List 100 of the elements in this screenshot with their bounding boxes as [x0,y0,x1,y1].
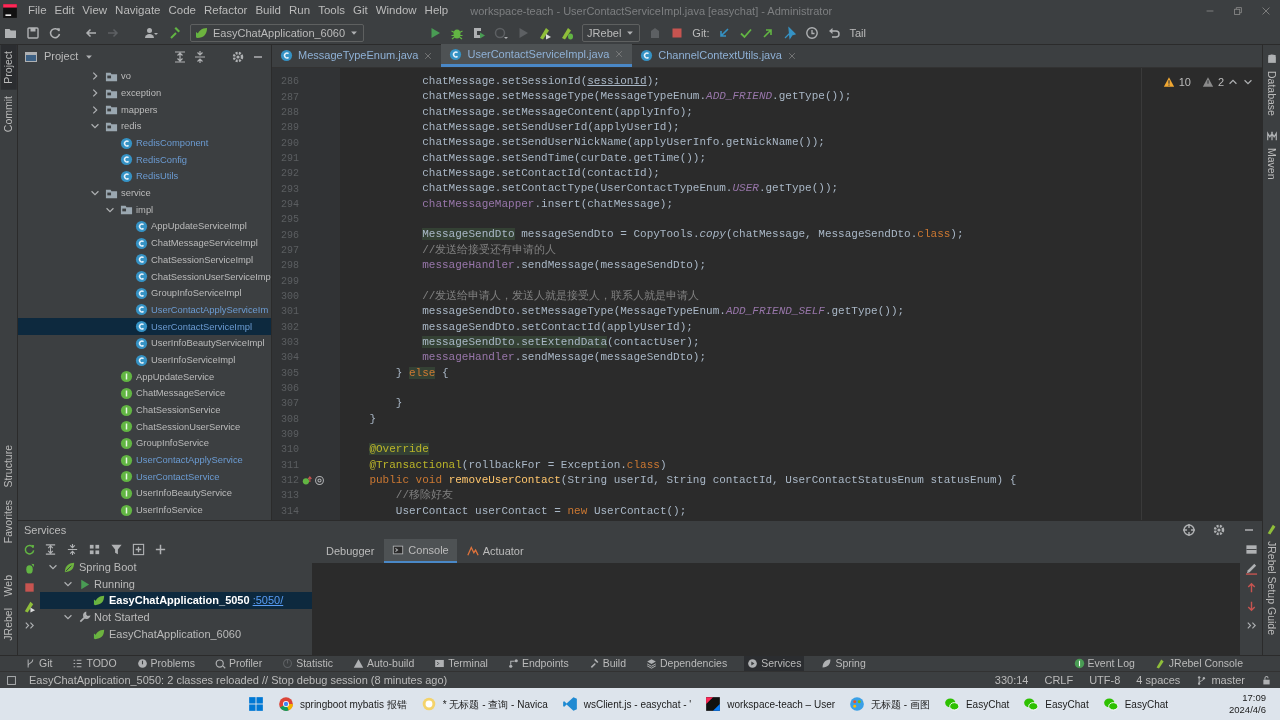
tool-window-button[interactable]: Dependencies [643,655,731,672]
tree-item[interactable]: GroupInfoService [18,435,271,452]
editor-tab[interactable]: ChannelContextUtils.java [632,44,805,67]
back-arrow-icon[interactable] [84,26,98,40]
tree-item[interactable]: impl [18,201,271,219]
tool-window-tab[interactable]: Database [1263,65,1280,122]
taskbar-item[interactable]: EasyChat [943,696,1010,712]
collapse-all-icon[interactable] [193,49,207,64]
tool-window-button[interactable]: JRebel Console [1151,655,1246,672]
tree-item[interactable]: redis [18,118,271,135]
close-icon[interactable] [423,50,434,61]
menu-item[interactable]: File [24,2,51,20]
tree-item[interactable]: ChatSessionServiceImpl [18,251,271,269]
tool-window-button[interactable]: Endpoints [504,655,572,672]
tool-window-tab[interactable]: Web [0,568,17,603]
stop-icon[interactable] [22,581,36,594]
profiler-icon[interactable] [494,26,509,40]
taskbar-item[interactable]: workspace-teach – User [705,696,836,712]
menu-item[interactable]: Navigate [111,2,165,20]
not-started-group[interactable]: Not Started [40,609,312,626]
editor-tab[interactable]: MessageTypeEnum.java [272,44,442,67]
tool-window-tab[interactable]: Project [0,45,17,90]
console-tab[interactable]: Actuator [458,539,532,563]
add-icon[interactable] [154,542,167,556]
line-separator[interactable]: CRLF [1044,671,1074,689]
panel-title[interactable]: Project [44,48,79,65]
editor-tab[interactable]: UserContactServiceImpl.java [441,44,633,67]
tree-item[interactable]: AppUpdateService [18,368,271,386]
panel-toggle-icon[interactable] [6,674,17,686]
tool-window-button[interactable]: Problems [133,655,198,672]
save-icon[interactable] [26,26,40,40]
console-tab[interactable]: Console [384,539,457,563]
tree-item[interactable]: ChatSessionService [18,401,271,419]
menu-item[interactable]: Refactor [199,2,252,20]
spring-boot-group[interactable]: Spring Boot [40,559,312,576]
tail-button[interactable]: Tail [849,24,866,42]
tool-window-button[interactable]: Spring [818,655,869,672]
file-encoding[interactable]: UTF-8 [1089,671,1121,689]
tree-item[interactable]: UserContactServiceImpl [18,318,271,335]
new-service-icon[interactable] [132,542,145,556]
tool-window-button[interactable]: Event Log [1070,655,1138,672]
settings-icon[interactable] [1212,523,1226,537]
settings-icon[interactable] [231,49,245,64]
tool-window-tab[interactable]: Favorites [0,493,17,549]
menu-item[interactable]: Tools [314,2,349,20]
tool-window-button[interactable]: Terminal [431,655,491,672]
tree-item[interactable]: mappers [18,101,271,119]
tree-item[interactable]: UserContactApplyService [18,451,271,469]
caret-position[interactable]: 330:14 [994,671,1029,689]
jrebel-run-icon[interactable] [538,26,553,40]
clear-icon[interactable] [1244,562,1258,575]
close-icon[interactable] [786,50,797,61]
tree-item[interactable]: ChatMessageServiceImpl [18,234,271,252]
menu-item[interactable]: Help [420,2,453,20]
menu-item[interactable]: Code [164,2,200,20]
tool-window-button[interactable]: Build [585,655,629,672]
tool-window-button[interactable]: Profiler [211,655,266,672]
tree-item[interactable]: ChatMessageService [18,385,271,402]
menu-item[interactable]: Build [251,2,285,20]
stop-icon[interactable] [670,26,685,40]
tool-window-button[interactable]: Auto-build [349,655,418,672]
tree-item[interactable]: ChatSessionUserService [18,418,271,436]
expand-all-icon[interactable] [173,49,187,64]
tree-item[interactable]: UserInfoBeautyService [18,485,271,502]
weak-warning-count[interactable]: 2 [1201,74,1224,91]
warning-count[interactable]: 10 [1162,74,1191,91]
url-link[interactable]: :5050/ [252,592,284,609]
taskbar-item[interactable]: EasyChat [1102,696,1169,712]
tree-item[interactable]: UserContactService [18,468,271,486]
history-icon[interactable] [805,26,820,40]
menu-item[interactable]: Run [285,2,315,20]
taskbar-item[interactable]: * 无标题 - 查询 - Navica [420,696,548,712]
jrebel-icon[interactable] [22,600,36,613]
tree-item[interactable]: UserInfoService [18,501,271,519]
tool-window-tab[interactable]: JRebel Setup Guide [1263,535,1280,641]
expand-all-icon[interactable] [44,542,57,556]
tree-item[interactable]: exception [18,84,271,102]
tree-item[interactable]: RedisUtils [18,168,271,185]
application-item[interactable]: EasyChatApplication_6060 [40,625,312,643]
group-icon[interactable] [88,542,101,556]
menu-item[interactable]: Git [349,2,372,20]
lock-icon[interactable] [1261,674,1272,686]
tool-window-button[interactable]: Statistic [279,655,336,672]
application-item[interactable]: EasyChatApplication_5050 :5050/ [40,592,312,610]
close-icon[interactable] [1260,5,1272,17]
filter-icon[interactable] [110,542,123,556]
menu-item[interactable]: Window [371,2,421,20]
tree-item[interactable]: ChatSessionUserServiceImp [18,268,271,285]
branch-widget[interactable]: master [1196,671,1245,689]
revert-icon[interactable] [827,26,842,40]
tool-window-tab[interactable]: Structure [0,439,17,494]
fetch-icon[interactable] [783,26,798,40]
collapse-all-icon[interactable] [66,542,79,556]
tree-item[interactable]: UserInfoBeautyServiceImpl [18,335,271,352]
restore-icon[interactable] [1232,5,1244,17]
update-arrow-icon[interactable] [717,26,732,40]
taskbar-item[interactable]: EasyChat [1023,696,1089,712]
indent-setting[interactable]: 4 spaces [1136,671,1181,689]
taskbar-item[interactable]: 无标题 - 画图 [849,696,930,712]
tree-item[interactable]: UserContactApplyServiceIm [18,301,271,319]
